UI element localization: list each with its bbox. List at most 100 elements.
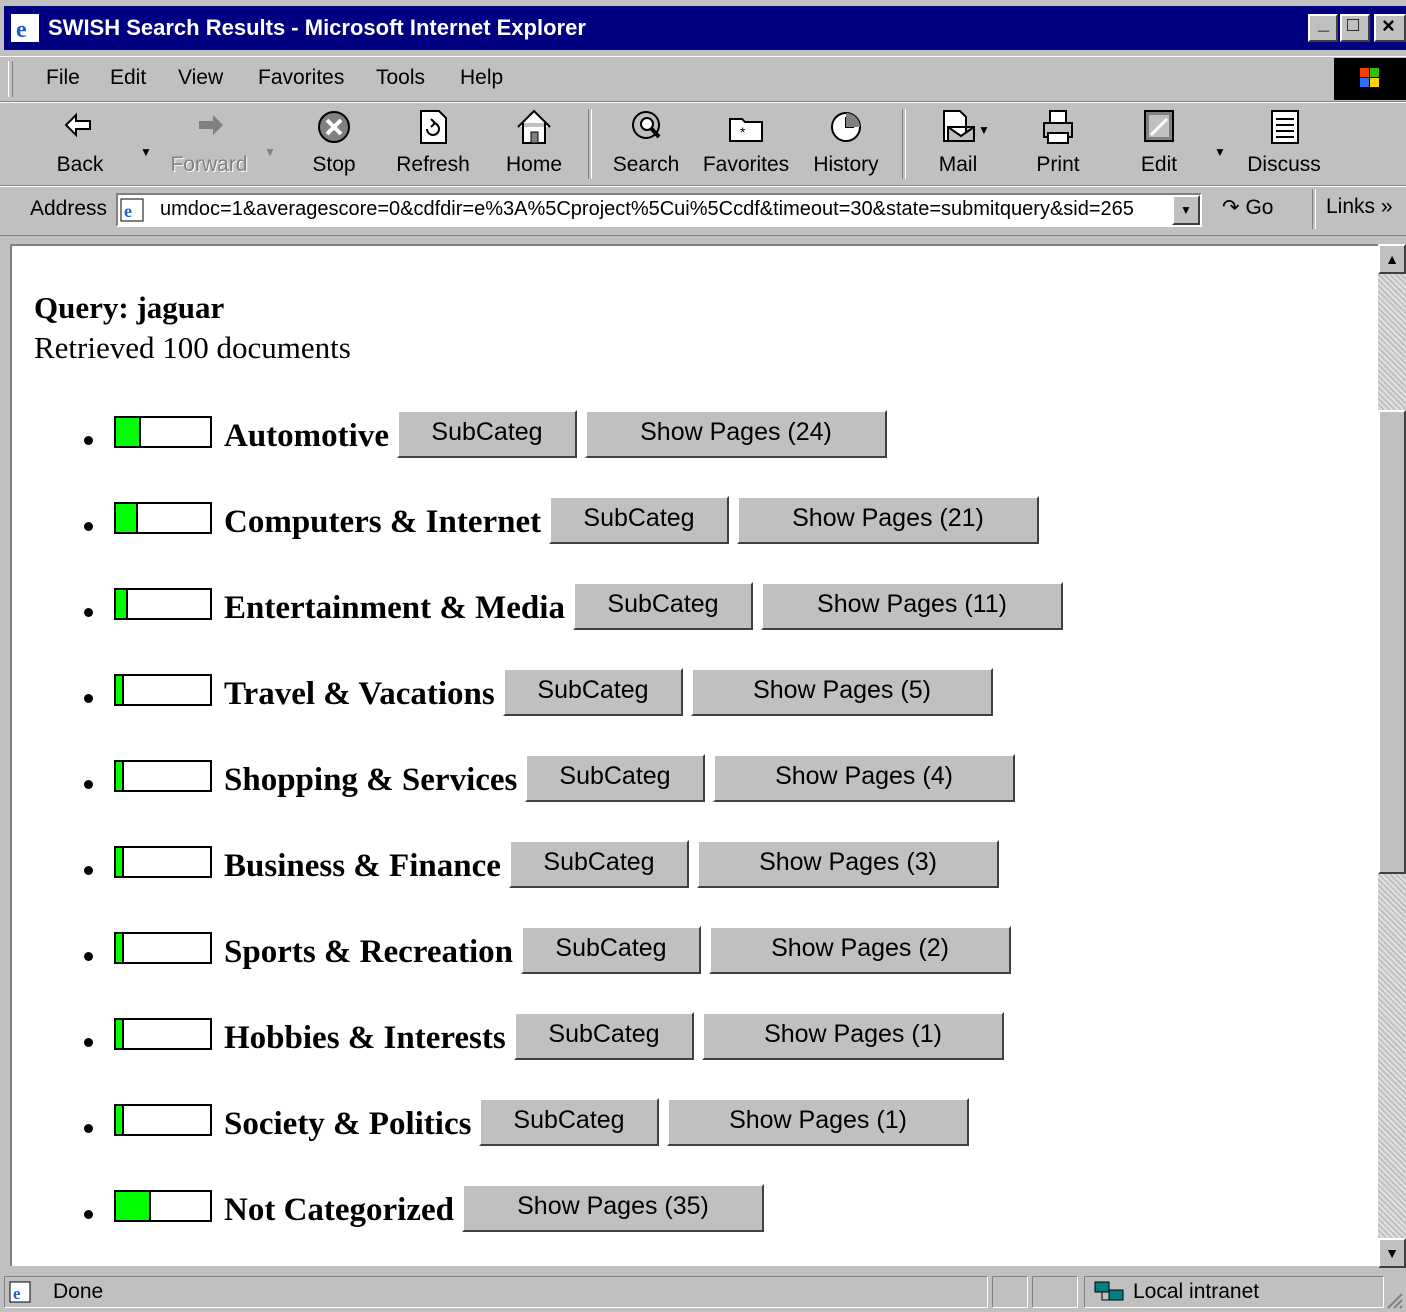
window-title: SWISH Search Results - Microsoft Interne…	[48, 15, 586, 40]
local-intranet-icon	[1094, 1281, 1124, 1301]
subcateg-button[interactable]: SubCateg	[479, 1098, 659, 1146]
edit-button[interactable]: Edit	[1124, 103, 1194, 185]
close-button[interactable]: ×	[1374, 13, 1406, 42]
favorites-button[interactable]: * Favorites	[698, 103, 794, 185]
status-pane-empty	[992, 1276, 1028, 1308]
address-dropdown-icon[interactable]: ▼	[1172, 195, 1200, 225]
show-pages-button[interactable]: Show Pages (1)	[702, 1012, 1004, 1060]
subcateg-button[interactable]: SubCateg	[397, 410, 577, 458]
category-name: Business & Finance	[224, 848, 501, 884]
show-pages-button[interactable]: Show Pages (35)	[462, 1184, 764, 1232]
svg-text:e: e	[16, 17, 27, 43]
edit-dropdown-icon[interactable]: ▼	[1214, 145, 1226, 159]
refresh-button[interactable]: Refresh	[388, 103, 478, 185]
category-row: Society & Politics SubCateg Show Pages (1)	[12, 1098, 1372, 1154]
show-pages-button[interactable]: Show Pages (1)	[667, 1098, 969, 1146]
standard-toolbar: Back ▼ Forward ▼ Stop Refresh Home Searc…	[0, 102, 1406, 186]
show-pages-button[interactable]: Show Pages (11)	[761, 582, 1063, 630]
bullet-icon	[84, 780, 93, 789]
bullet-icon	[84, 952, 93, 961]
discuss-icon	[1271, 110, 1299, 144]
menu-edit[interactable]: Edit	[110, 65, 146, 91]
back-button[interactable]: Back	[40, 103, 120, 185]
forward-button[interactable]: Forward	[164, 103, 254, 185]
relevance-bar	[114, 1104, 212, 1136]
relevance-bar	[114, 674, 212, 706]
back-arrow-icon	[64, 112, 91, 138]
scroll-down-icon[interactable]: ▼	[1378, 1238, 1406, 1268]
relevance-bar-fill	[116, 934, 124, 962]
subcateg-button[interactable]: SubCateg	[509, 840, 689, 888]
subcateg-button[interactable]: SubCateg	[503, 668, 683, 716]
status-zone-pane: Local intranet	[1084, 1276, 1384, 1308]
toolbar-separator	[1312, 189, 1316, 229]
menu-favorites[interactable]: Favorites	[258, 65, 344, 91]
go-arrow-icon: ↷	[1222, 196, 1246, 219]
show-pages-button[interactable]: Show Pages (24)	[585, 410, 887, 458]
ie-logo-icon: e	[11, 14, 39, 43]
subcateg-button[interactable]: SubCateg	[525, 754, 705, 802]
home-icon	[517, 109, 551, 144]
address-input[interactable]: e umdoc=1&averagescore=0&cdfdir=e%3A%5Cp…	[116, 193, 1202, 227]
svg-text:e: e	[124, 201, 132, 221]
menu-help[interactable]: Help	[460, 65, 503, 91]
bullet-icon	[84, 436, 93, 445]
search-button[interactable]: Search	[606, 103, 686, 185]
category-name: Travel & Vacations	[224, 676, 495, 712]
forward-dropdown-icon[interactable]: ▼	[264, 145, 276, 159]
stop-button[interactable]: Stop	[296, 103, 372, 185]
category-row: Hobbies & Interests SubCateg Show Pages (1…	[12, 1012, 1372, 1068]
category-name: Computers & Internet	[224, 504, 542, 540]
bullet-icon	[84, 1210, 93, 1219]
address-label: Address	[30, 197, 108, 220]
minimize-button[interactable]: _	[1308, 12, 1338, 42]
show-pages-button[interactable]: Show Pages (21)	[737, 496, 1039, 544]
relevance-bar-fill	[116, 676, 124, 704]
vertical-scrollbar[interactable]: ▲ ▼	[1378, 244, 1406, 1268]
status-bar: e Done Local intranet	[0, 1272, 1406, 1312]
show-pages-button[interactable]: Show Pages (5)	[691, 668, 993, 716]
relevance-bar	[114, 760, 212, 792]
menu-tools[interactable]: Tools	[376, 65, 425, 91]
category-row: Automotive SubCateg Show Pages (24)	[12, 410, 1372, 466]
subcateg-button[interactable]: SubCateg	[521, 926, 701, 974]
browser-window: e SWISH Search Results - Microsoft Inter…	[0, 0, 1406, 1312]
show-pages-button[interactable]: Show Pages (3)	[697, 840, 999, 888]
links-button[interactable]: Links »	[1326, 195, 1393, 219]
subcateg-button[interactable]: SubCateg	[549, 496, 729, 544]
menu-file[interactable]: File	[46, 65, 80, 91]
menu-grip[interactable]	[8, 61, 13, 97]
relevance-bar	[114, 1018, 212, 1050]
forward-arrow-icon	[199, 115, 223, 135]
resize-grip-icon[interactable]	[1384, 1290, 1404, 1310]
favorites-folder-icon: *	[729, 118, 763, 142]
history-button[interactable]: History	[808, 103, 884, 185]
category-name: Not Categorized	[224, 1192, 455, 1228]
category-row: Sports & Recreation SubCateg Show Pages (2…	[12, 926, 1372, 982]
show-pages-button[interactable]: Show Pages (2)	[709, 926, 1011, 974]
subcateg-button[interactable]: SubCateg	[514, 1012, 694, 1060]
back-dropdown-icon[interactable]: ▼	[140, 145, 152, 159]
discuss-button[interactable]: Discuss	[1240, 103, 1328, 185]
bullet-icon	[84, 608, 93, 617]
maximize-button[interactable]: □	[1340, 14, 1370, 42]
menu-view[interactable]: View	[178, 65, 223, 91]
page-content: Query: jaguar Retrieved 100 documents Au…	[10, 244, 1378, 1266]
zone-text: Local intranet	[1133, 1280, 1260, 1303]
home-button[interactable]: Home	[494, 103, 574, 185]
address-url[interactable]: umdoc=1&averagescore=0&cdfdir=e%3A%5Cpro…	[160, 198, 1134, 221]
show-pages-button[interactable]: Show Pages (4)	[713, 754, 1015, 802]
mail-dropdown-icon[interactable]: ▼	[978, 123, 990, 137]
printer-icon	[1043, 110, 1073, 144]
scroll-thumb[interactable]	[1378, 410, 1406, 874]
subcateg-button[interactable]: SubCateg	[573, 582, 753, 630]
status-text: Done	[53, 1280, 104, 1303]
go-button[interactable]: ↷ Go	[1222, 195, 1273, 220]
category-name: Society & Politics	[224, 1106, 472, 1142]
print-button[interactable]: Print	[1018, 103, 1098, 185]
page-done-icon: e	[9, 1281, 31, 1303]
mail-button[interactable]: Mail	[920, 103, 996, 185]
category-name: Sports & Recreation	[224, 934, 514, 970]
scroll-up-icon[interactable]: ▲	[1378, 244, 1406, 274]
relevance-bar	[114, 1190, 212, 1222]
